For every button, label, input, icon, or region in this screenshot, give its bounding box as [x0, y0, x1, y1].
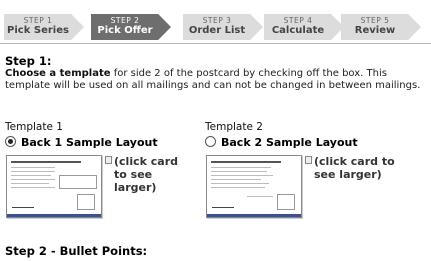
wizard-step-1[interactable]: STEP 1 Pick Series [4, 14, 84, 40]
template-title: Template 2 [205, 121, 263, 133]
template-2-radio[interactable] [205, 136, 216, 147]
card-text-line [211, 171, 267, 172]
step-label: Pick Series [7, 25, 69, 36]
card-text-line [11, 187, 55, 188]
card-bottom-band [7, 214, 101, 217]
template-radio-row[interactable]: Back 1 Sample Layout [5, 136, 158, 149]
template-1-card-thumbnail[interactable] [6, 155, 102, 218]
card-signature [212, 201, 234, 208]
card-title-line [11, 161, 81, 163]
template-title: Template 1 [5, 121, 63, 133]
template-2-card-thumbnail[interactable] [206, 155, 302, 218]
card-text-line [11, 179, 55, 180]
wizard-step-2[interactable]: STEP 2 Pick Offer [91, 14, 171, 40]
template-option-label[interactable]: Back 2 Sample Layout [221, 136, 358, 149]
step2-heading: Step 2 - Bullet Points: [5, 244, 148, 258]
template-2-option: Template 2 Back 2 Sample Layout (click c… [205, 121, 429, 218]
card-hint-text[interactable]: (click card to see larger) [314, 155, 404, 181]
card-text-line [211, 179, 261, 180]
card-hint[interactable]: (click card to see larger) [305, 155, 404, 181]
instruction-emphasis: Choose a template [5, 68, 111, 79]
card-signature [12, 201, 34, 208]
card-bottom-band [207, 214, 301, 217]
step-label: Calculate [271, 25, 325, 36]
card-title-line [211, 161, 281, 163]
card-text-line [211, 167, 271, 168]
card-offer-box [59, 175, 97, 189]
template-1-radio[interactable] [5, 136, 16, 147]
step-number: STEP 4 [283, 16, 313, 25]
wizard-step-3[interactable]: STEP 3 Order List [183, 14, 263, 40]
step-label: Review [354, 25, 396, 36]
card-text-line [11, 183, 49, 184]
card-text-line [11, 167, 55, 168]
step-number: STEP 5 [360, 16, 390, 25]
divider [0, 43, 431, 44]
card-text-line [11, 171, 55, 172]
card-hint-text[interactable]: (click card to see larger) [114, 155, 192, 194]
card-text-line [211, 183, 269, 184]
template-1-option: Template 1 Back 1 Sample Layout (click c… [5, 121, 200, 218]
template-option-label[interactable]: Back 1 Sample Layout [21, 136, 158, 149]
wizard-step-5[interactable]: STEP 5 Review [341, 14, 421, 40]
step-number: STEP 1 [23, 16, 53, 25]
step-label: Order List [188, 25, 246, 36]
card-text-line [211, 175, 273, 176]
template-radio-row[interactable]: Back 2 Sample Layout [205, 136, 358, 149]
card-text-line [247, 196, 273, 197]
wizard-steps-bar: STEP 1 Pick Series STEP 2 Pick Offer STE… [0, 0, 431, 44]
step-number: STEP 2 [110, 16, 140, 25]
card-stamp-box [77, 194, 95, 210]
step1-instructions: Choose a template for side 2 of the post… [5, 68, 430, 92]
wizard-step-4[interactable]: STEP 4 Calculate [264, 14, 344, 40]
card-stamp-box [277, 194, 295, 210]
card-text-line [11, 175, 51, 176]
step-label: Pick Offer [97, 25, 153, 36]
card-text-line [211, 187, 265, 188]
card-hint[interactable]: (click card to see larger) [105, 155, 192, 194]
step1-heading: Step 1: [5, 54, 52, 68]
magnify-icon [105, 156, 112, 164]
magnify-icon [305, 156, 312, 164]
step-number: STEP 3 [202, 16, 232, 25]
